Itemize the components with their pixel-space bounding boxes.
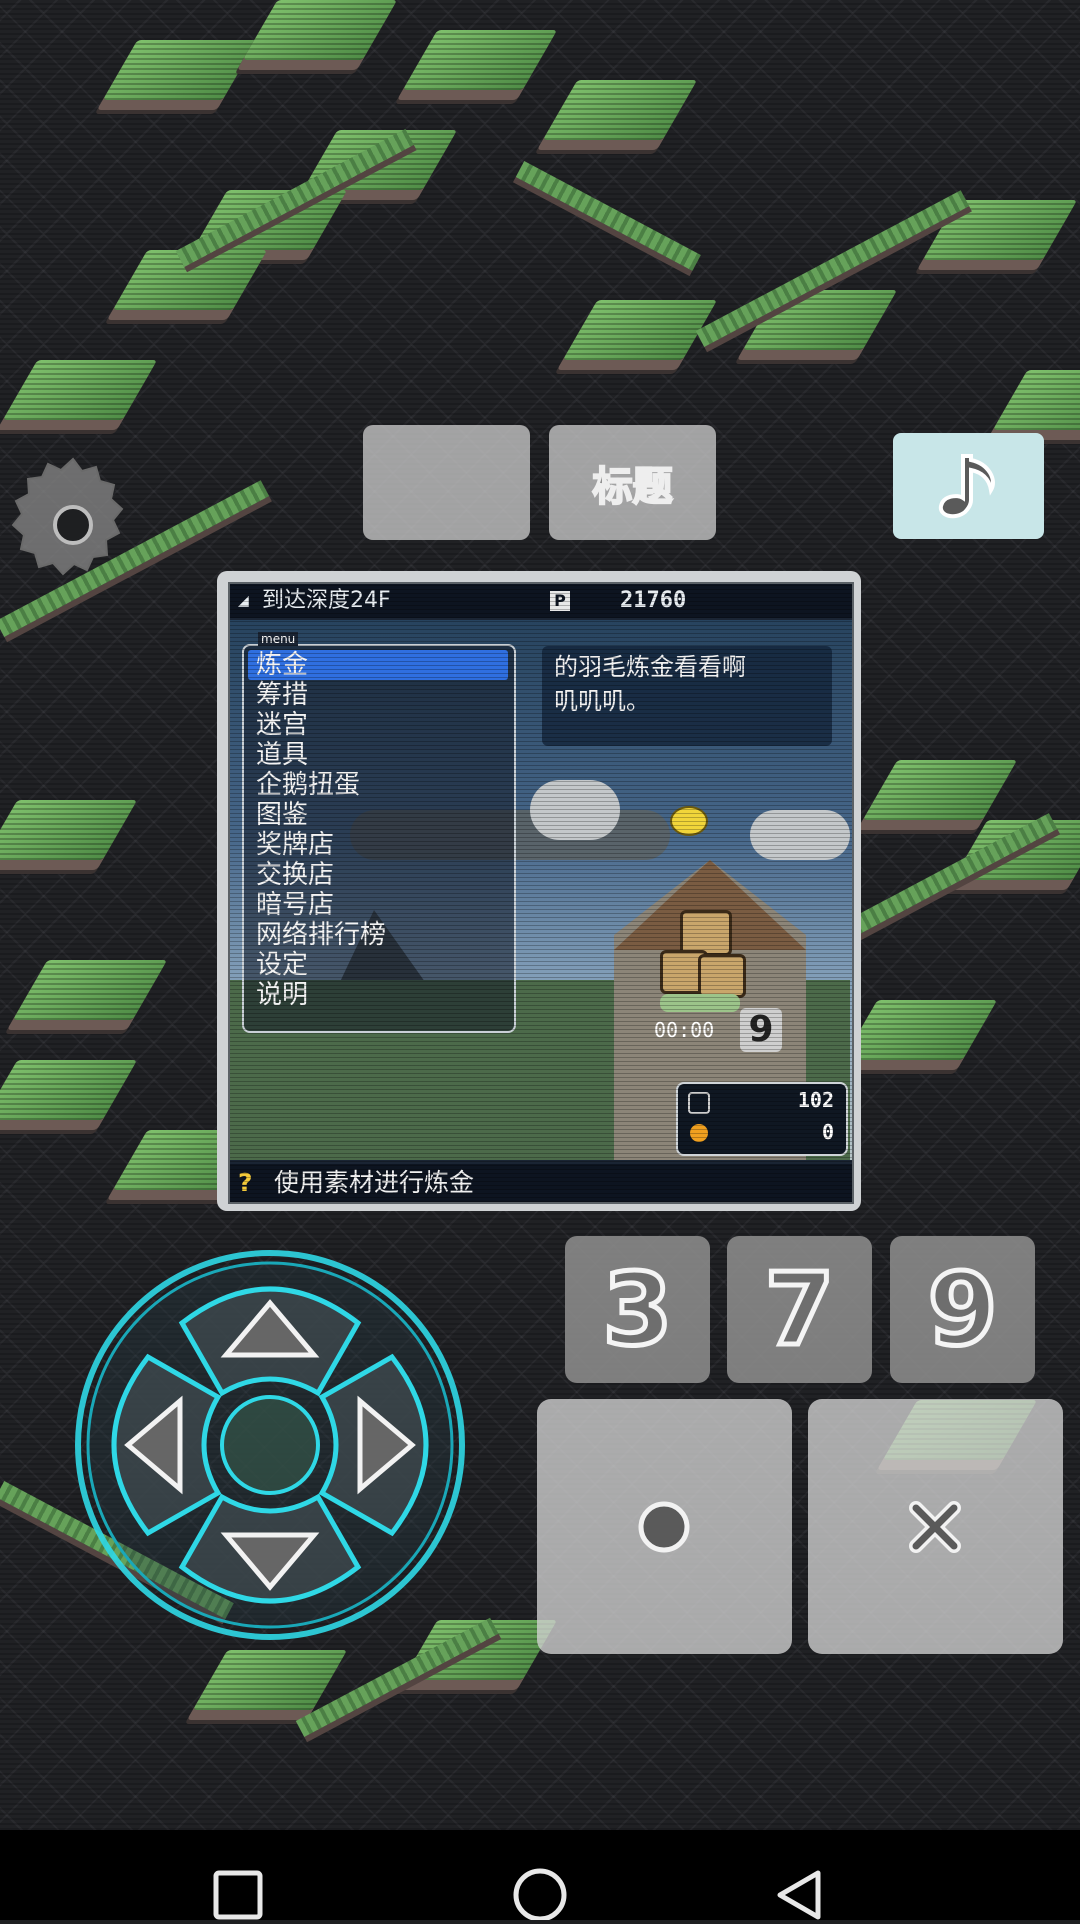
key-3-button[interactable]: 3	[565, 1236, 710, 1383]
menu-item-items[interactable]: 道具	[256, 740, 308, 770]
menu-item-code-shop[interactable]: 暗号店	[256, 890, 334, 920]
menu-item-encyclopedia[interactable]: 图鉴	[256, 800, 308, 830]
recent-apps-button[interactable]	[200, 1850, 280, 1920]
menu-item-medal-shop[interactable]: 奖牌店	[256, 830, 334, 860]
chest-count-badge: 9	[740, 1008, 782, 1052]
menu-item-settings[interactable]: 设定	[256, 950, 308, 980]
message-line-2: 叽叽叽。	[554, 687, 650, 715]
main-menu: menu 炼金 筹措 迷宫 道具 企鹅扭蛋 图鉴 奖牌店 交换店 暗号店 网络排…	[242, 632, 516, 1033]
material-icon	[688, 1092, 710, 1114]
confirm-button[interactable]	[537, 1399, 792, 1654]
key-7-label: 7	[762, 1249, 837, 1371]
menu-item-online-ranking[interactable]: 网络排行榜	[256, 920, 386, 950]
stats-panel: 102 0	[676, 1082, 848, 1156]
key-3-label: 3	[600, 1249, 675, 1371]
game-viewport: 00:00 9 ◢ 到达深度24F P 21760 menu 炼金 筹措 迷宫 …	[228, 582, 854, 1204]
back-button[interactable]	[760, 1850, 840, 1920]
circle-icon	[638, 1501, 690, 1553]
title-button-label: 标题	[592, 463, 674, 511]
treasure-chest-sprite	[660, 910, 746, 1020]
help-icon: ?	[238, 1168, 253, 1197]
bird-sprite	[670, 806, 708, 836]
blank-button[interactable]	[363, 425, 530, 540]
message-line-1: 的羽毛炼金看看啊	[554, 653, 746, 681]
menu-item-alchemy[interactable]: 炼金	[256, 650, 308, 680]
key-7-button[interactable]: 7	[727, 1236, 872, 1383]
stat-material-value: 102	[797, 1088, 834, 1112]
points-value: 21760	[620, 588, 687, 613]
coin-icon	[690, 1124, 708, 1142]
menu-item-exchange-shop[interactable]: 交换店	[256, 860, 334, 890]
stat-coin-value: 0	[821, 1120, 834, 1144]
home-button[interactable]	[500, 1850, 580, 1920]
game-screen: 00:00 9 ◢ 到达深度24F P 21760 menu 炼金 筹措 迷宫 …	[217, 571, 861, 1211]
music-note-icon	[938, 454, 995, 519]
menu-item-penguin-gacha[interactable]: 企鹅扭蛋	[256, 770, 360, 800]
menu-item-maze[interactable]: 迷宫	[256, 710, 308, 740]
menu-item-help[interactable]: 说明	[256, 980, 308, 1010]
dpad[interactable]	[70, 1245, 470, 1645]
message-box: 的羽毛炼金看看啊 叽叽叽。	[542, 646, 832, 746]
menu-item-raise[interactable]: 筹措	[256, 680, 308, 710]
gear-icon	[11, 457, 124, 576]
depth-label: 到达深度24F	[262, 588, 391, 613]
menu-tag: menu	[258, 632, 299, 646]
title-button[interactable]: 标题	[549, 425, 716, 540]
signal-icon: ◢	[238, 593, 249, 609]
key-9-button[interactable]: 9	[890, 1236, 1035, 1383]
settings-button[interactable]	[8, 457, 138, 587]
status-bar: ◢ 到达深度24F P 21760	[230, 584, 852, 618]
dpad-graphic	[75, 1250, 465, 1640]
timer: 00:00	[654, 1018, 715, 1042]
help-bar: ? 使用素材进行炼金	[230, 1164, 852, 1202]
cancel-button[interactable]	[808, 1399, 1063, 1654]
key-9-label: 9	[925, 1249, 1000, 1371]
cross-icon	[909, 1501, 961, 1553]
points-icon: P	[550, 591, 570, 611]
music-button[interactable]	[893, 433, 1044, 539]
help-text: 使用素材进行炼金	[274, 1168, 475, 1197]
